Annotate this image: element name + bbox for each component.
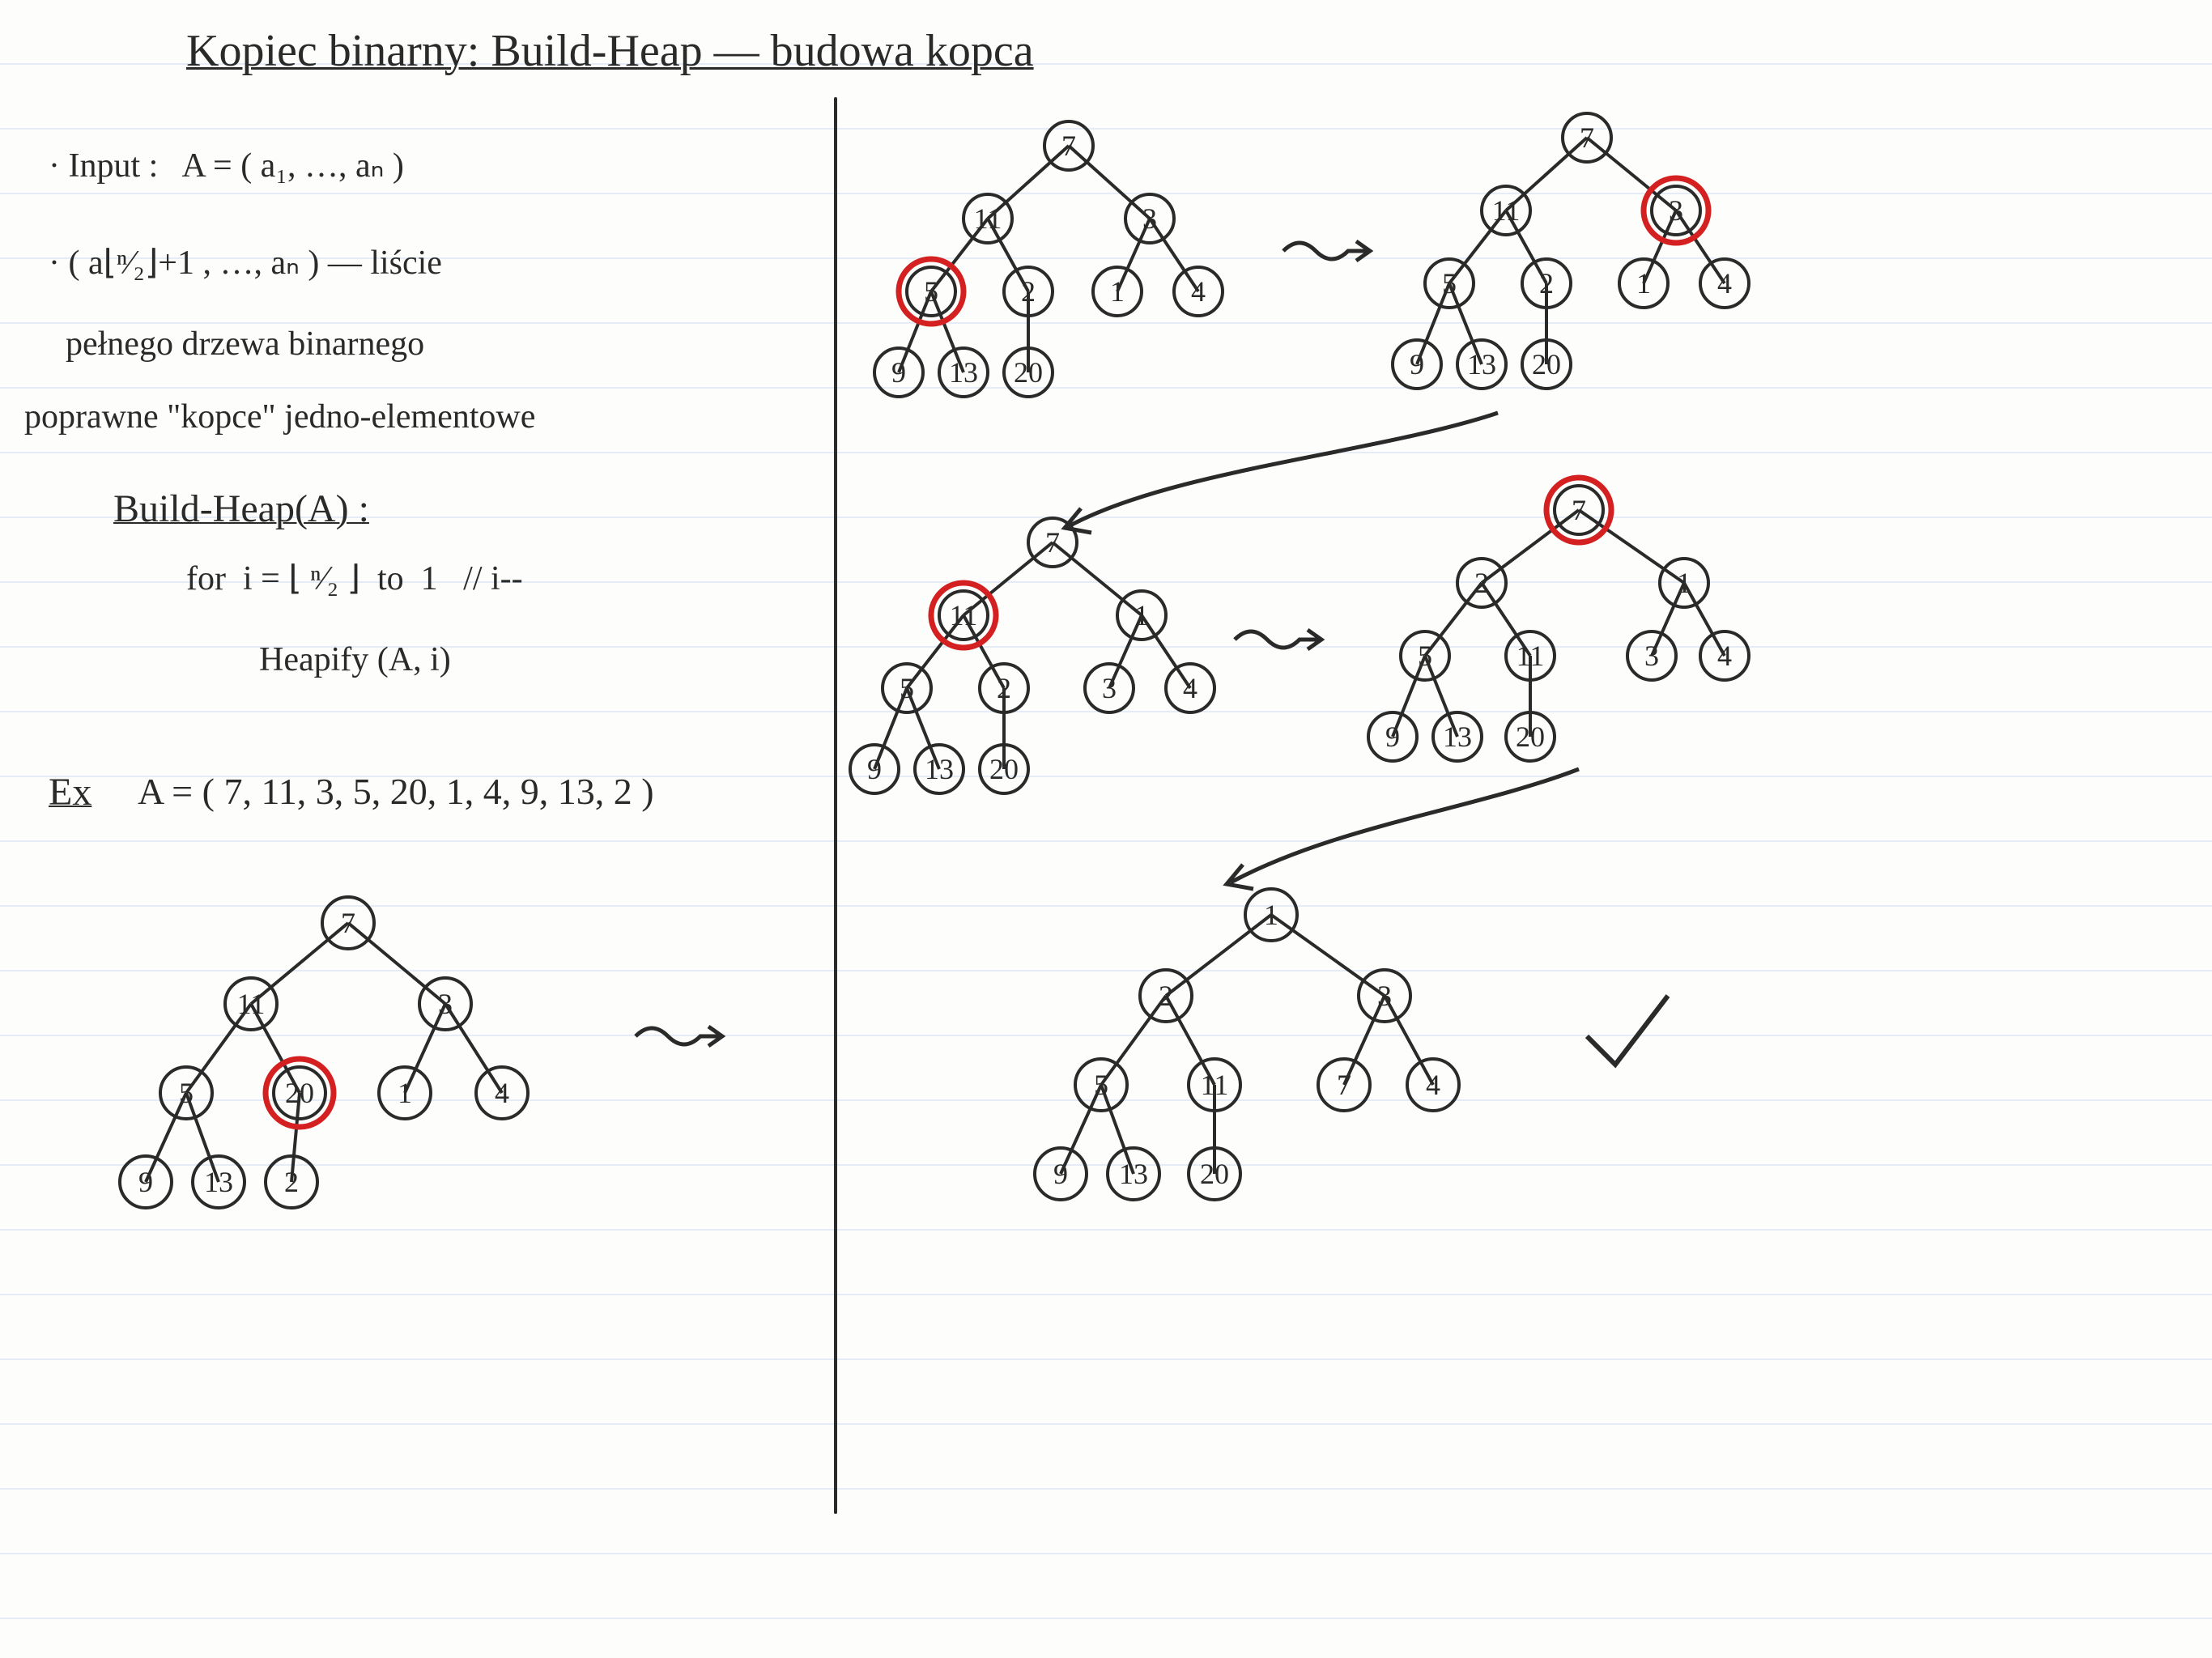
tree-node-label: 3 [1669,194,1683,227]
page-title: Kopiec binarny: Build-Heap — budowa kopc… [186,24,1034,79]
tree-node-label: 3 [1377,980,1392,1012]
tree-node-label: 7 [1337,1069,1351,1101]
tree-node-label: 13 [1467,348,1496,380]
note-leaves3: poprawne "kopce" jedno-elementowe [24,397,535,437]
example-label: Ex [49,769,91,816]
tree-node-label: 2 [284,1166,299,1198]
tree-node-label: 13 [1119,1158,1148,1190]
tree-node-label: 2 [997,672,1011,704]
tree-node-label: 9 [138,1166,153,1198]
tree-node-label: 13 [925,753,954,785]
tree-node-label: 5 [1418,640,1432,672]
tree-node-label: 2 [1474,567,1489,599]
tree-node-label: 9 [1410,348,1424,380]
tree-t1: 7 11 3 5 2 1 4 9 13 20 [858,105,1279,445]
tree-node-label: 4 [1191,275,1206,308]
tree-node-label: 2 [1159,980,1173,1012]
tree-t5: 1 2 3 5 11 7 4 9 13 20 [1020,874,1522,1247]
tree-node-label: 7 [1572,494,1586,526]
tree-node-label: 4 [1717,267,1732,300]
tree-node-label: 2 [1539,267,1554,300]
tree-node-label: 20 [285,1077,314,1109]
tree-node-label: 13 [1443,721,1472,753]
tree-node-label: 4 [1426,1069,1440,1101]
tree-node-label: 9 [1053,1158,1068,1190]
tree-node-label: 5 [900,672,914,704]
tree-node-label: 1 [1264,899,1278,931]
tree-node-label: 2 [1021,275,1036,308]
tree-node-label: 5 [1094,1069,1108,1101]
tree-node-label: 11 [974,202,1002,235]
tree-node-label: 11 [1201,1069,1229,1101]
note-leaves2: pełnego drzewa binarnego [49,324,424,364]
note-leaves1: · ( a⌊ⁿ⁄₂⌋+1 , …, aₙ ) — liście [49,243,442,283]
tree-node-label: 4 [1717,640,1732,672]
tree-node-label: 11 [1492,194,1521,227]
tree-node-label: 7 [341,907,355,939]
tree-node-label: 9 [867,753,882,785]
example-array: A = ( 7, 11, 3, 5, 20, 1, 4, 9, 13, 2 ) [138,769,654,814]
algo-title: Build-Heap(A) : [113,486,369,533]
tree-node-label: 11 [237,988,266,1020]
tree-node-label: 3 [1102,672,1117,704]
tree-node-label: 3 [1644,640,1659,672]
algo-line2: Heapify (A, i) [259,640,451,680]
tree-node-label: 9 [891,356,906,389]
tree-node-label: 1 [1636,267,1651,300]
tree-node-label: 20 [989,753,1019,785]
tree-node-label: 1 [398,1077,412,1109]
tree-node-label: 20 [1516,721,1545,753]
tree-node-label: 11 [1516,640,1545,672]
tree-node-label: 5 [924,275,938,308]
tree-node-label: 4 [1183,672,1197,704]
vertical-divider [834,97,837,1514]
tree-node-label: 3 [438,988,453,1020]
tree-node-label: 11 [950,599,978,631]
tree-node-label: 7 [1580,121,1594,154]
tree-node-label: 1 [1110,275,1125,308]
tree-node-label: 20 [1200,1158,1229,1190]
checkmark-icon [1579,988,1676,1085]
tree-node-label: 20 [1014,356,1043,389]
tree-node-label: 5 [1442,267,1457,300]
tree-node-label: 1 [1134,599,1149,631]
tree-node-label: 1 [1677,567,1691,599]
tree-t4: 7 2 1 5 11 3 4 9 13 20 [1360,470,1797,810]
tree-node-label: 7 [1061,130,1076,162]
tree-node-label: 20 [1532,348,1561,380]
tree-node-label: 3 [1142,202,1157,235]
arrow-squiggle-icon [632,1012,729,1061]
tree-node-label: 9 [1385,721,1400,753]
algo-line1: for i = ⌊ ⁿ⁄₂ ⌋ to 1 // i-- [186,559,523,599]
tree-node-label: 13 [204,1166,233,1198]
tree-t2: 7 11 3 5 2 1 4 9 13 20 [1376,97,1797,437]
tree-node-label: 4 [495,1077,509,1109]
tree-node-label: 13 [949,356,978,389]
tree-t3: 7 11 1 5 2 3 4 9 13 20 [842,502,1263,842]
tree-t0: 7 11 3 5 20 1 4 9 13 2 [97,874,599,1263]
arrow-squiggle-icon [1279,227,1376,275]
lined-paper: Kopiec binarny: Build-Heap — budowa kopc… [0,0,2212,1658]
tree-node-label: 5 [179,1077,194,1109]
note-input: · Input : A = ( a₁, …, aₙ ) [49,146,404,186]
tree-node-label: 7 [1045,526,1060,559]
